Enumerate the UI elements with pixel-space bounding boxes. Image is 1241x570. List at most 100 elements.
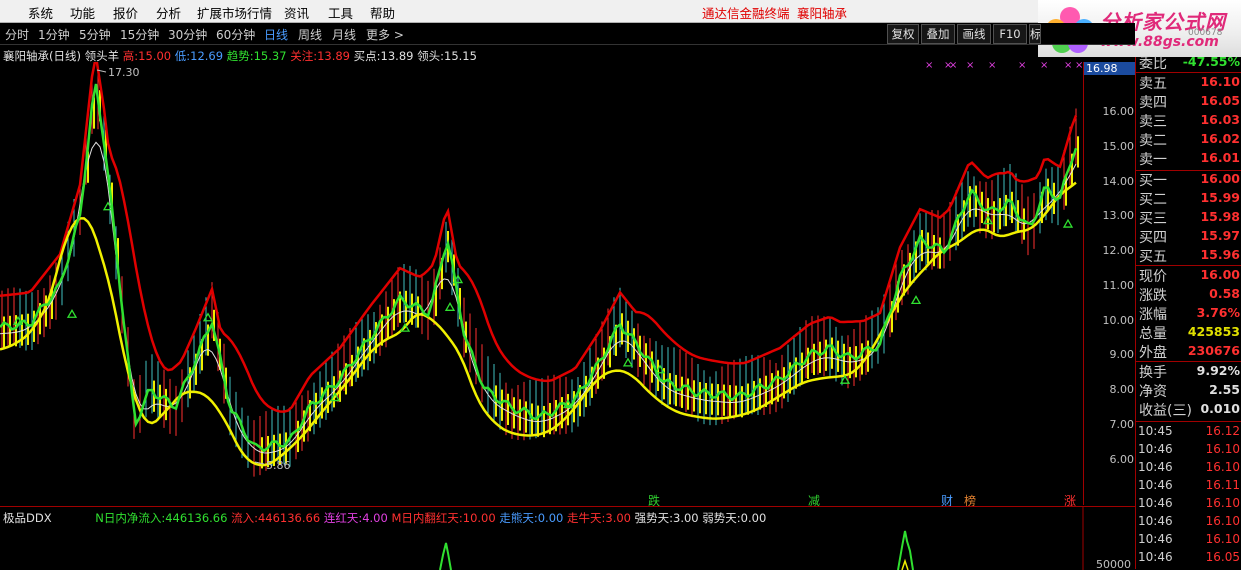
- terminal-title: 通达信金融终端: [702, 6, 790, 21]
- current-price-tag: 16.98: [1084, 62, 1136, 75]
- row-value: 9.92%: [1196, 363, 1240, 378]
- buy-level-row[interactable]: 买四 15.97: [1136, 227, 1241, 246]
- tick-row[interactable]: 10:46 16.05: [1136, 549, 1241, 567]
- menu-help[interactable]: 帮助: [370, 3, 395, 22]
- row-label: 买四: [1139, 230, 1167, 246]
- row-label: 委比: [1139, 56, 1167, 72]
- period-monthly[interactable]: 月线: [332, 26, 356, 43]
- axis-tick: 7.00: [1109, 418, 1135, 431]
- tick-row[interactable]: 10:46 16.10: [1136, 459, 1241, 477]
- row-label: 买三: [1139, 211, 1167, 227]
- ddx-n-value: 446136.66: [165, 511, 228, 525]
- tick-price: 16.10: [1205, 532, 1240, 546]
- ddx-in-label: 流入:: [231, 511, 258, 525]
- stat-row[interactable]: 换手 9.92%: [1136, 362, 1241, 381]
- menu-tools[interactable]: 工具: [328, 3, 353, 22]
- mark-button[interactable]: 标: [1029, 24, 1041, 44]
- tick-row[interactable]: 10:46 16.11: [1136, 477, 1241, 495]
- stat-row[interactable]: 净资 2.55: [1136, 381, 1241, 400]
- row-label: 卖四: [1139, 95, 1167, 111]
- tick-time: 10:46: [1138, 496, 1173, 510]
- sell-level-row[interactable]: 卖五 16.10: [1136, 73, 1241, 92]
- tick-price: 16.10: [1205, 496, 1240, 510]
- draw-line-button[interactable]: 画线: [957, 24, 991, 44]
- menu-function[interactable]: 功能: [70, 3, 95, 22]
- row-label: 总量: [1139, 326, 1167, 342]
- price-axis: 16.00 15.00 14.00 13.00 12.00 11.00 10.0…: [1083, 62, 1136, 505]
- tick-time: 10:46: [1138, 514, 1173, 528]
- f10-button[interactable]: F10: [993, 24, 1027, 44]
- row-value: 16.00: [1200, 171, 1240, 186]
- stock-code: 000678: [1188, 28, 1223, 38]
- axis-tick: 6.00: [1109, 453, 1135, 466]
- buy-level-row[interactable]: 买二 15.99: [1136, 189, 1241, 208]
- row-label: 换手: [1139, 365, 1167, 381]
- menu-analysis[interactable]: 分析: [156, 3, 181, 22]
- period-timeshare[interactable]: 分时: [5, 26, 29, 43]
- stat-row[interactable]: 涨幅 3.76%: [1136, 304, 1241, 323]
- sell-level-row[interactable]: 卖三 16.03: [1136, 111, 1241, 130]
- ddx-m-value: 10.00: [462, 511, 496, 525]
- tick-price: 16.11: [1205, 478, 1240, 492]
- sell-level-row[interactable]: 卖二 16.02: [1136, 130, 1241, 149]
- overlay-button[interactable]: 叠加: [921, 24, 955, 44]
- sell-level-row[interactable]: 卖一 16.01: [1136, 149, 1241, 168]
- row-label: 卖五: [1139, 76, 1167, 92]
- restore-rights-button[interactable]: 复权: [887, 24, 919, 44]
- row-value: 2.55: [1209, 382, 1240, 397]
- period-30min[interactable]: 30分钟: [168, 26, 207, 43]
- price-chart[interactable]: × ×× × × × × × × 17.30 5.86: [0, 62, 1083, 506]
- menu-system[interactable]: 系统: [28, 3, 53, 22]
- ddx-lh-value: 4.00: [362, 511, 388, 525]
- period-15min[interactable]: 15分钟: [120, 26, 159, 43]
- tick-time: 10:46: [1138, 460, 1173, 474]
- axis-tick: 8.00: [1109, 383, 1135, 396]
- row-label: 现价: [1139, 269, 1167, 285]
- menu-info[interactable]: 资讯: [284, 3, 309, 22]
- row-label: 卖三: [1139, 114, 1167, 130]
- stat-row[interactable]: 涨跌 0.58: [1136, 285, 1241, 304]
- menu-quote[interactable]: 报价: [113, 3, 138, 22]
- trend-line: [0, 83, 1078, 453]
- stat-row[interactable]: 收益(三) 0.010: [1136, 400, 1241, 419]
- trend-value: 15.37: [253, 49, 287, 63]
- stat-row[interactable]: 现价 16.00: [1136, 266, 1241, 285]
- tick-row[interactable]: 10:46 16.10: [1136, 495, 1241, 513]
- buy-triangle-icon: [444, 302, 456, 311]
- row-value: 15.98: [1200, 209, 1240, 224]
- tick-time: 10:46: [1138, 478, 1173, 492]
- tick-row[interactable]: 10:46 16.10: [1136, 513, 1241, 531]
- tick-row[interactable]: 10:45 16.12: [1136, 423, 1241, 441]
- row-value: 0.58: [1209, 286, 1240, 301]
- tick-price: 16.10: [1205, 442, 1240, 456]
- buy-level-row[interactable]: 买五 15.96: [1136, 246, 1241, 265]
- ddx-n-label: N日内净流入:: [95, 511, 166, 525]
- buy-level-row[interactable]: 买三 15.98: [1136, 208, 1241, 227]
- stat-row[interactable]: 总量 425853: [1136, 323, 1241, 342]
- buy-level-row[interactable]: 买一 16.00: [1136, 170, 1241, 189]
- tick-row[interactable]: 10:46 16.10: [1136, 441, 1241, 459]
- buy-triangle-icon: [66, 308, 78, 318]
- axis-tick: 15.00: [1102, 140, 1135, 153]
- menu-extended-market[interactable]: 扩展市场行情: [197, 3, 272, 22]
- ddx-in-value: 446136.66: [257, 511, 321, 525]
- tick-row[interactable]: 10:46 16.10: [1136, 531, 1241, 549]
- ddx-xn-value: 0.00: [537, 511, 564, 525]
- stat-row[interactable]: 外盘 230676: [1136, 342, 1241, 361]
- row-label: 收益(三): [1139, 403, 1192, 419]
- period-more[interactable]: 更多 >: [366, 26, 404, 43]
- period-weekly[interactable]: 周线: [298, 26, 322, 43]
- period-daily[interactable]: 日线: [264, 26, 288, 43]
- period-60min[interactable]: 60分钟: [216, 26, 255, 43]
- period-5min[interactable]: 5分钟: [79, 26, 111, 43]
- buy-triangle-icon: [622, 357, 634, 367]
- buy-label: 买点:: [353, 49, 381, 63]
- row-label: 净资: [1139, 384, 1167, 400]
- row-value: 15.96: [1200, 247, 1240, 262]
- axis-tick: 13.00: [1102, 209, 1135, 222]
- quote-panel: 委比 -47.55% 卖五 16.10 卖四 16.05 卖三 16.03 卖二 16.02 卖一…: [1135, 54, 1241, 569]
- period-1min[interactable]: 1分钟: [38, 26, 70, 43]
- row-label: 外盘: [1139, 345, 1167, 361]
- sell-level-row[interactable]: 卖四 16.05: [1136, 92, 1241, 111]
- row-value: 15.97: [1200, 228, 1240, 243]
